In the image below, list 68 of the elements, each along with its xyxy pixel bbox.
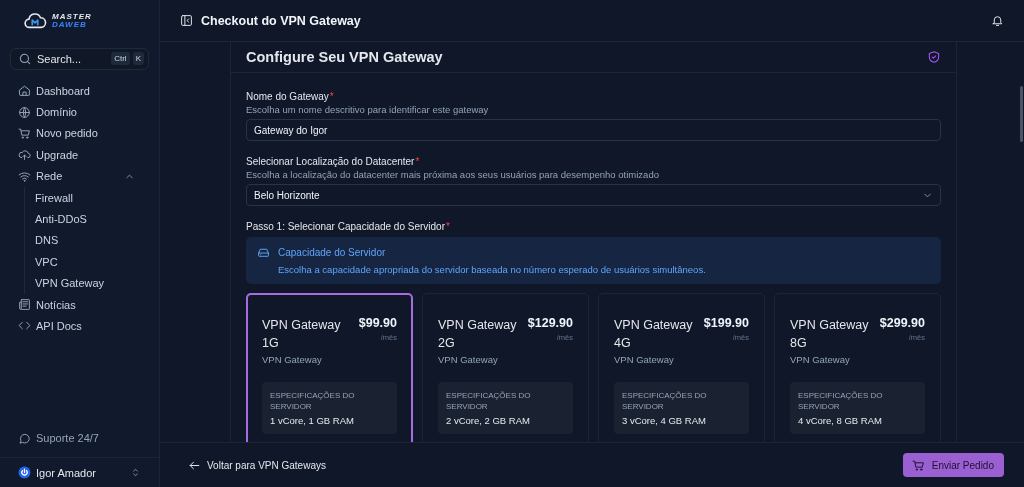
updown-icon xyxy=(130,466,141,479)
specs-label: ESPECIFICAÇÕES DO SERVIDOR xyxy=(270,390,356,412)
avatar-icon xyxy=(18,466,31,479)
panel-icon xyxy=(180,14,193,27)
nav-item[interactable]: Dashboard xyxy=(10,80,149,102)
section-title: Configure Seu VPN Gateway xyxy=(246,49,443,65)
page-title: Checkout do VPN Gateway xyxy=(201,13,361,28)
specs-value: 3 vCore, 4 GB RAM xyxy=(622,415,707,426)
wifi-icon xyxy=(18,169,31,183)
cart-icon xyxy=(911,458,925,472)
specs-value: 2 vCore, 2 GB RAM xyxy=(446,415,531,426)
specs-value: 4 vCore, 8 GB RAM xyxy=(798,415,883,426)
shortcut-key: Ctrl xyxy=(111,52,130,65)
specs-label: ESPECIFICAÇÕES DO SERVIDOR xyxy=(798,390,884,412)
support-link[interactable]: Suporte 24/7 xyxy=(10,427,149,449)
price: $199.90 xyxy=(703,316,749,330)
field-label: Nome do Gateway* xyxy=(246,90,335,103)
chat-bubble-icon xyxy=(18,431,31,445)
submit-button[interactable]: Enviar Pedido xyxy=(902,453,1004,477)
nav-item[interactable]: Domínio xyxy=(10,101,149,123)
plan-type: VPN Gateway xyxy=(438,354,499,365)
nav-item[interactable]: API Docs xyxy=(10,315,149,337)
search-icon xyxy=(18,52,32,66)
sidebar-toggle[interactable] xyxy=(180,14,193,27)
text-field[interactable]: Gateway do Igor xyxy=(246,119,941,141)
scrollbar-thumb[interactable] xyxy=(1020,86,1023,142)
field-label: Selecionar Localização do Datacenter* xyxy=(246,155,421,168)
info-text: Escolha a capacidade apropriada do servidor baseada no número esperado de usuários simultâneos. xyxy=(277,264,707,275)
hard-drive-icon xyxy=(257,246,270,259)
globe-icon xyxy=(18,105,31,119)
nav-item[interactable]: Upgrade xyxy=(10,144,149,166)
nav-subitem[interactable]: Firewall xyxy=(25,186,149,209)
specs-value: 1 vCore, 1 GB RAM xyxy=(270,415,355,426)
nav-subitem[interactable]: VPN Gateway xyxy=(25,272,149,294)
cloud-upload-icon xyxy=(18,148,31,162)
specs-label: ESPECIFICAÇÕES DO SERVIDOR xyxy=(446,390,532,412)
user-menu[interactable]: Igor Amador xyxy=(0,457,159,487)
plan-name: VPN Gateway 4G xyxy=(614,317,694,352)
nav-item[interactable]: Notícias xyxy=(10,293,149,316)
field-label: Passo 1: Selecionar Capacidade do Servidor* xyxy=(246,220,451,233)
cart-icon xyxy=(18,126,31,140)
info-title: Capacidade do Servidor xyxy=(278,247,386,258)
shield-check-icon xyxy=(927,50,941,64)
nav-item[interactable]: Rede xyxy=(10,165,149,187)
plan-name: VPN Gateway 8G xyxy=(790,317,870,352)
bell-icon xyxy=(991,14,1004,27)
field-hint: Escolha a localização do datacenter mais próxima aos seus usuários para desempenho otimizado xyxy=(246,168,660,182)
notifications-button[interactable] xyxy=(991,14,1004,27)
home-icon xyxy=(18,84,31,98)
plan-type: VPN Gateway xyxy=(614,354,675,365)
plan-name: VPN Gateway 1G xyxy=(262,317,342,352)
price: $99.90 xyxy=(358,316,397,330)
location-select[interactable]: Belo Horizonte xyxy=(246,184,941,206)
plan-type: VPN Gateway xyxy=(262,354,323,365)
plan-name: VPN Gateway 2G xyxy=(438,317,518,352)
field-hint: Escolha um nome descritivo para identificar este gateway xyxy=(246,103,490,117)
nav-subitem[interactable]: DNS xyxy=(25,229,149,252)
back-link[interactable]: Voltar para VPN Gateways xyxy=(188,458,326,472)
newspaper-icon xyxy=(18,298,31,312)
logo-text: MASTER xyxy=(52,13,92,21)
price: $129.90 xyxy=(527,316,573,330)
nav-subitem[interactable]: Anti-DDoS xyxy=(25,208,149,230)
plan-type: VPN Gateway xyxy=(790,354,851,365)
nav-item[interactable]: Novo pedido xyxy=(10,122,149,145)
specs-label: ESPECIFICAÇÕES DO SERVIDOR xyxy=(622,390,708,412)
logo-text: DAWEB xyxy=(52,21,88,29)
nav-subitem[interactable]: VPC xyxy=(25,251,149,273)
price: $299.90 xyxy=(879,316,925,330)
